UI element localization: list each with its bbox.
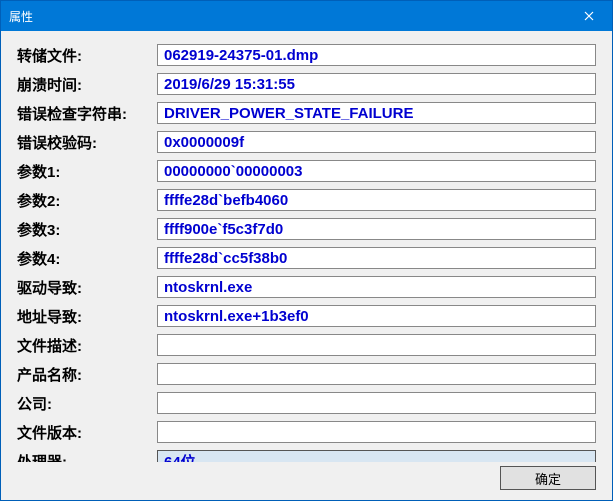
label-caused-driver: 驱动导致: (17, 277, 157, 298)
field-dump-file[interactable]: 062919-24375-01.dmp (157, 44, 596, 66)
field-caused-address[interactable]: ntoskrnl.exe+1b3ef0 (157, 305, 596, 327)
field-param4[interactable]: ffffe28d`cc5f38b0 (157, 247, 596, 269)
label-product-name: 产品名称: (17, 364, 157, 385)
row-file-version: 文件版本: (17, 420, 596, 444)
row-caused-driver: 驱动导致: ntoskrnl.exe (17, 275, 596, 299)
label-param1: 参数1: (17, 161, 157, 182)
row-processor: 处理器: 64位 (17, 449, 596, 462)
label-bugcheck-string: 错误检查字符串: (17, 103, 157, 124)
field-file-version[interactable] (157, 421, 596, 443)
form-content: 转储文件: 062919-24375-01.dmp 崩溃时间: 2019/6/2… (1, 31, 612, 462)
label-param2: 参数2: (17, 190, 157, 211)
close-icon (584, 11, 594, 21)
row-caused-address: 地址导致: ntoskrnl.exe+1b3ef0 (17, 304, 596, 328)
label-crash-time: 崩溃时间: (17, 74, 157, 95)
field-param2[interactable]: ffffe28d`befb4060 (157, 189, 596, 211)
field-company[interactable] (157, 392, 596, 414)
field-bugcheck-code[interactable]: 0x0000009f (157, 131, 596, 153)
label-param4: 参数4: (17, 248, 157, 269)
dialog-footer: 确定 (1, 462, 612, 500)
row-crash-time: 崩溃时间: 2019/6/29 15:31:55 (17, 72, 596, 96)
row-param3: 参数3: ffff900e`f5c3f7d0 (17, 217, 596, 241)
field-crash-time[interactable]: 2019/6/29 15:31:55 (157, 73, 596, 95)
field-file-description[interactable] (157, 334, 596, 356)
row-file-description: 文件描述: (17, 333, 596, 357)
field-caused-driver[interactable]: ntoskrnl.exe (157, 276, 596, 298)
row-bugcheck-code: 错误校验码: 0x0000009f (17, 130, 596, 154)
row-param4: 参数4: ffffe28d`cc5f38b0 (17, 246, 596, 270)
window-title: 属性 (1, 8, 566, 25)
field-param1[interactable]: 00000000`00000003 (157, 160, 596, 182)
row-product-name: 产品名称: (17, 362, 596, 386)
row-param1: 参数1: 00000000`00000003 (17, 159, 596, 183)
field-product-name[interactable] (157, 363, 596, 385)
row-company: 公司: (17, 391, 596, 415)
label-param3: 参数3: (17, 219, 157, 240)
row-param2: 参数2: ffffe28d`befb4060 (17, 188, 596, 212)
row-dump-file: 转储文件: 062919-24375-01.dmp (17, 43, 596, 67)
field-param3[interactable]: ffff900e`f5c3f7d0 (157, 218, 596, 240)
properties-dialog: 属性 转储文件: 062919-24375-01.dmp 崩溃时间: 2019/… (0, 0, 613, 501)
row-bugcheck-string: 错误检查字符串: DRIVER_POWER_STATE_FAILURE (17, 101, 596, 125)
close-button[interactable] (566, 1, 612, 31)
label-dump-file: 转储文件: (17, 45, 157, 66)
label-file-description: 文件描述: (17, 335, 157, 356)
ok-button[interactable]: 确定 (500, 466, 596, 490)
field-bugcheck-string[interactable]: DRIVER_POWER_STATE_FAILURE (157, 102, 596, 124)
label-company: 公司: (17, 393, 157, 414)
label-bugcheck-code: 错误校验码: (17, 132, 157, 153)
label-caused-address: 地址导致: (17, 306, 157, 327)
titlebar: 属性 (1, 1, 612, 31)
field-processor[interactable]: 64位 (157, 450, 596, 462)
label-file-version: 文件版本: (17, 422, 157, 443)
label-processor: 处理器: (17, 451, 157, 463)
